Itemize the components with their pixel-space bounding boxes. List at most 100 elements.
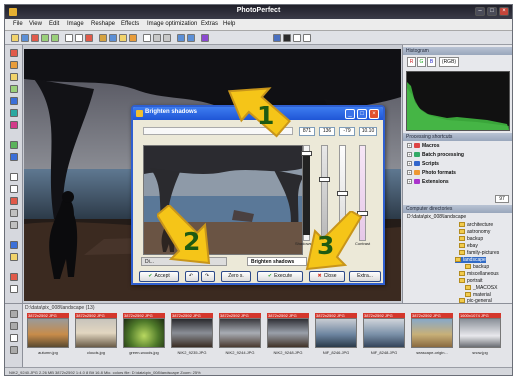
folder-item[interactable]: astronomy xyxy=(459,229,490,235)
thumbnail[interactable]: 1600x1074 JPG snow.jpg xyxy=(459,313,501,355)
zoom-in-icon[interactable] xyxy=(177,34,185,42)
folder-item[interactable]: _MACOSX xyxy=(465,285,497,291)
expand-icon[interactable]: + xyxy=(407,170,412,176)
film-tool-icon[interactable] xyxy=(10,346,18,354)
menu-image-optimization[interactable]: Image optimization xyxy=(147,21,197,27)
menu-reshape[interactable]: Reshape xyxy=(91,21,115,27)
thumbnail[interactable]: 3872x2592 JPG seascape-origin... xyxy=(411,313,453,355)
channel-g[interactable]: G xyxy=(417,57,426,67)
close-icon[interactable]: × xyxy=(499,7,509,16)
crop-icon[interactable] xyxy=(99,34,107,42)
channel-b[interactable]: B xyxy=(427,57,436,67)
curve-tool-icon[interactable] xyxy=(10,221,18,229)
folder-item[interactable]: backup xyxy=(459,236,483,242)
zoom-tool-icon[interactable] xyxy=(10,241,18,249)
rect-tool-icon[interactable] xyxy=(10,173,18,181)
open-icon[interactable] xyxy=(11,34,19,42)
tree-scripts[interactable]: + Scripts xyxy=(407,161,439,167)
thumbnail[interactable]: 3872x2592 JPG NIK2_9248.JPG xyxy=(267,313,309,355)
text-tool-icon[interactable] xyxy=(10,153,18,161)
folder-item[interactable]: miscellaneous xyxy=(459,271,499,277)
color-icon[interactable] xyxy=(201,34,209,42)
window-icon[interactable] xyxy=(303,34,311,42)
menu-effects[interactable]: Effects xyxy=(121,21,139,27)
maximize-icon[interactable]: □ xyxy=(487,7,497,16)
folder-item[interactable]: backup xyxy=(465,264,489,270)
paste-icon[interactable] xyxy=(75,34,83,42)
channel-r[interactable]: R xyxy=(407,57,416,67)
value-field-4[interactable]: 10.10 xyxy=(359,127,377,136)
ellipse-tool-icon[interactable] xyxy=(10,185,18,193)
thumbnail[interactable]: 3872x2592 JPG NIK2_9244.JPG xyxy=(219,313,261,355)
gradient-tool-icon[interactable] xyxy=(10,97,18,105)
expand-icon[interactable]: + xyxy=(407,161,412,167)
redo-icon[interactable] xyxy=(51,34,59,42)
folder-item[interactable]: family-pictures xyxy=(459,250,499,256)
scroll-value[interactable]: 97 xyxy=(495,195,509,203)
hand-tool-icon[interactable] xyxy=(10,253,18,261)
grid-icon[interactable] xyxy=(143,34,151,42)
menu-extras[interactable]: Extras xyxy=(201,21,218,27)
dialog-maximize-icon[interactable]: □ xyxy=(357,109,367,119)
tree-photo-formats[interactable]: + Photo formats xyxy=(407,170,456,176)
folder-item-selected[interactable]: landscape xyxy=(455,257,486,263)
delete-icon[interactable] xyxy=(85,34,93,42)
thumbnail[interactable]: 3872x2592 JPG NIF_8248.JPG xyxy=(363,313,405,355)
value-field-2[interactable]: 136 xyxy=(319,127,335,136)
channel-rgb[interactable]: (RGB) xyxy=(439,57,459,67)
value-field-3[interactable]: -79 xyxy=(339,127,355,136)
thumbnail[interactable]: 3872x2592 JPG clouds.jpg xyxy=(75,313,117,355)
picker-tool-icon[interactable] xyxy=(10,273,18,281)
slider-1-thumb[interactable] xyxy=(301,151,312,156)
effects-icon[interactable] xyxy=(129,34,137,42)
line-tool-icon[interactable] xyxy=(10,209,18,217)
eraser-tool-icon[interactable] xyxy=(10,121,18,129)
rotate-icon[interactable] xyxy=(109,34,117,42)
redeye-tool-icon[interactable] xyxy=(10,197,18,205)
slider-3-thumb[interactable] xyxy=(337,191,348,196)
thumbnail[interactable]: 3872x2592 JPG NIK2_9235.JPG xyxy=(171,313,213,355)
tree-macros[interactable]: + Macros xyxy=(407,143,440,149)
clone-tool-icon[interactable] xyxy=(10,109,18,117)
expand-icon[interactable]: + xyxy=(407,152,412,158)
fill-tool-icon[interactable] xyxy=(10,85,18,93)
thumbnail[interactable]: 3872x2592 JPG NIF_8246.JPG xyxy=(315,313,357,355)
camera-icon[interactable] xyxy=(283,34,291,42)
move-tool-icon[interactable] xyxy=(10,61,18,69)
tree-batch[interactable]: + Batch processing xyxy=(407,152,464,158)
ruler-icon[interactable] xyxy=(153,34,161,42)
minimize-icon[interactable]: – xyxy=(475,7,485,16)
brush-tool-icon[interactable] xyxy=(10,73,18,81)
undo-icon[interactable] xyxy=(41,34,49,42)
folder-item[interactable]: portrait xyxy=(459,278,483,284)
measure-tool-icon[interactable] xyxy=(10,285,18,293)
floppy-icon[interactable] xyxy=(273,34,281,42)
expand-icon[interactable]: + xyxy=(407,143,412,149)
value-field-1[interactable]: 871 xyxy=(299,127,315,136)
film-tool-icon[interactable] xyxy=(10,334,18,342)
copy-icon[interactable] xyxy=(65,34,73,42)
expand-icon[interactable]: + xyxy=(407,179,412,185)
thumbnail[interactable]: 3872x2592 JPG green-woods.jpg xyxy=(123,313,165,355)
menu-edit[interactable]: Edit xyxy=(49,21,59,27)
tree-extensions[interactable]: + Extensions xyxy=(407,179,449,185)
folder-item[interactable]: ebay xyxy=(459,243,478,249)
menu-help[interactable]: Help xyxy=(223,21,235,27)
line-icon[interactable] xyxy=(163,34,171,42)
brush-icon[interactable] xyxy=(119,34,127,42)
film-tool-icon[interactable] xyxy=(10,322,18,330)
thumbnail[interactable]: 3872x2592 JPG autumn.jpg xyxy=(27,313,69,355)
dialog-minimize-icon[interactable]: _ xyxy=(345,109,355,119)
folder-item[interactable]: architecture xyxy=(459,222,493,228)
menu-file[interactable]: File xyxy=(13,21,23,27)
layer-tool-icon[interactable] xyxy=(10,141,18,149)
film-tool-icon[interactable] xyxy=(10,310,18,318)
slider-2-thumb[interactable] xyxy=(319,177,330,182)
menu-view[interactable]: View xyxy=(29,21,42,27)
select-tool-icon[interactable] xyxy=(10,49,18,57)
zoom-out-icon[interactable] xyxy=(187,34,195,42)
info-icon[interactable] xyxy=(293,34,301,42)
dialog-close-icon[interactable]: × xyxy=(369,109,379,119)
menu-image[interactable]: Image xyxy=(67,21,84,27)
print-icon[interactable] xyxy=(31,34,39,42)
